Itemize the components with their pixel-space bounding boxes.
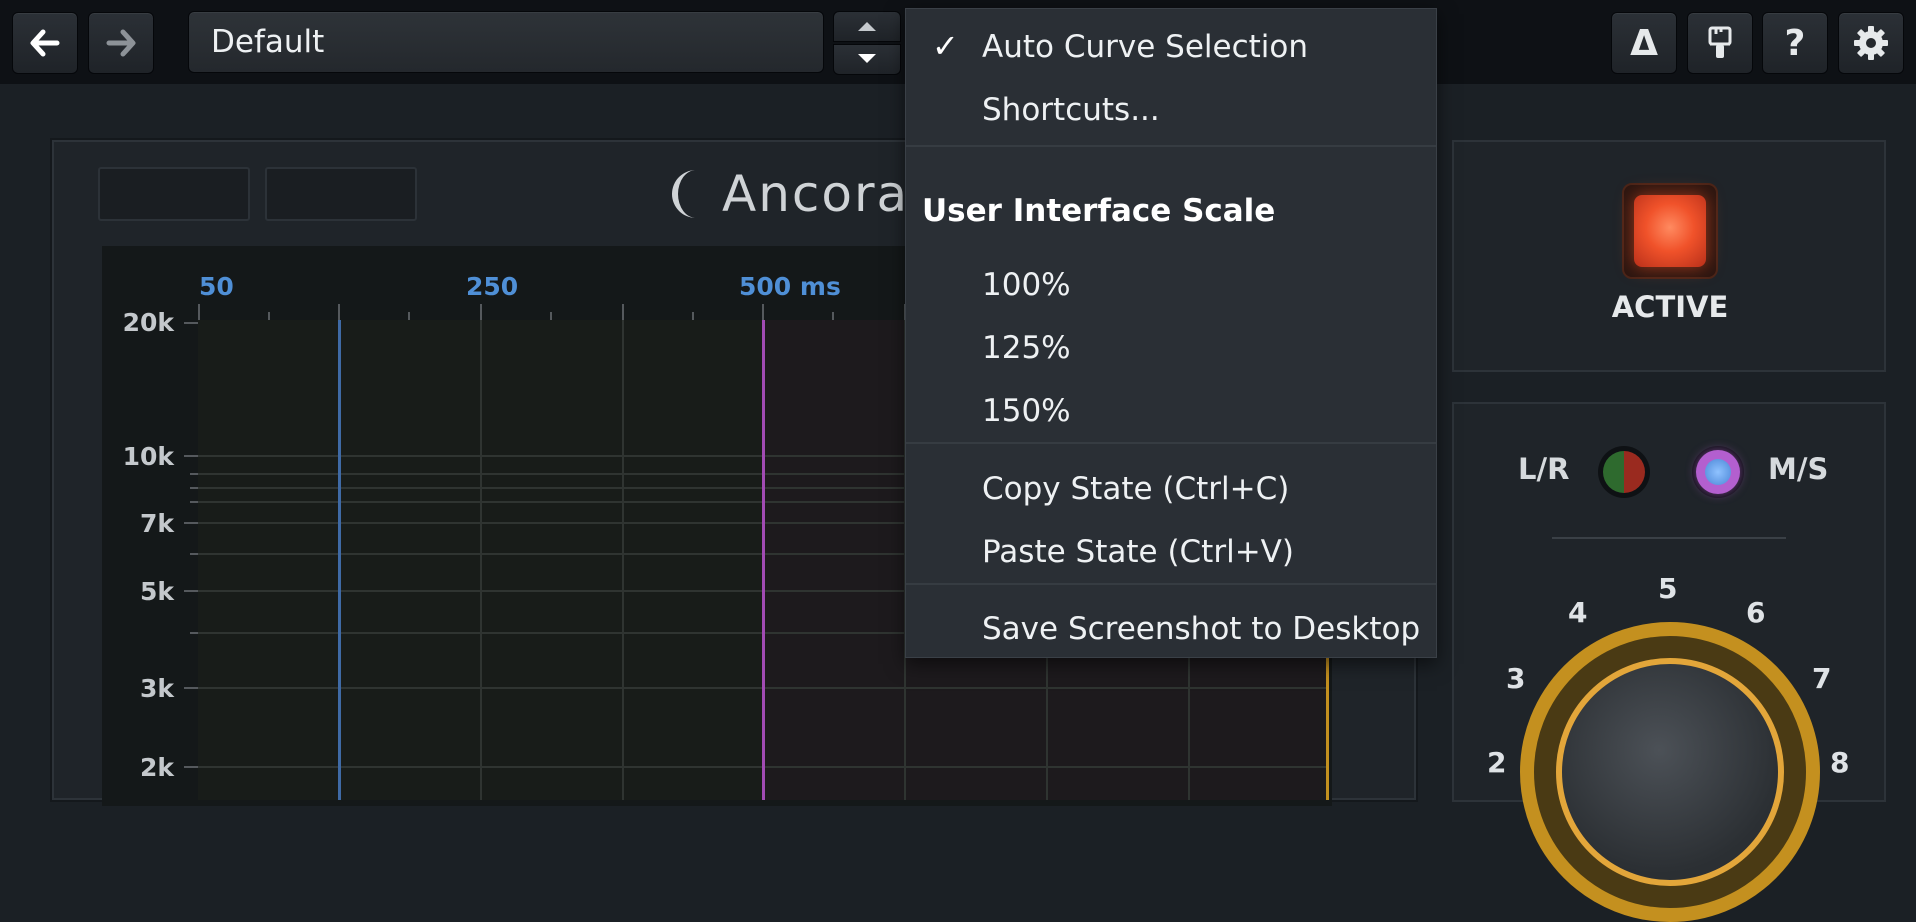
help-button[interactable]: ? bbox=[1762, 12, 1828, 74]
chevron-up-icon bbox=[856, 17, 878, 36]
undo-button[interactable] bbox=[12, 12, 78, 74]
gear-icon bbox=[1852, 24, 1890, 62]
active-lamp bbox=[1634, 195, 1706, 267]
axis-tick bbox=[480, 304, 482, 320]
preset-next-button[interactable] bbox=[833, 44, 901, 75]
delta-icon: Δ bbox=[1630, 22, 1658, 64]
menu-item-save-screenshot[interactable]: Save Screenshot to Desktop bbox=[982, 611, 1420, 647]
ms-label: M/S bbox=[1768, 452, 1829, 486]
axis-tick bbox=[338, 304, 340, 320]
axis-tick bbox=[184, 322, 198, 324]
redo-button[interactable] bbox=[88, 12, 154, 74]
logo-text: Ancora bbox=[722, 165, 910, 223]
axis-tick bbox=[832, 312, 834, 320]
freq-label-7k: 7k bbox=[139, 509, 174, 538]
lr-led bbox=[1603, 451, 1645, 493]
axis-tick bbox=[550, 312, 552, 320]
axis-tick bbox=[190, 487, 198, 489]
axis-tick bbox=[184, 766, 198, 768]
menu-item-scale-125[interactable]: 125% bbox=[982, 330, 1071, 366]
axis-tick bbox=[692, 312, 694, 320]
axis-tick bbox=[408, 312, 410, 320]
gridline bbox=[622, 320, 624, 800]
time-label-500: 500 ms bbox=[739, 272, 841, 301]
arrow-left-icon bbox=[30, 29, 60, 57]
menu-item-scale-100[interactable]: 100% bbox=[982, 267, 1071, 303]
panel-button-1[interactable] bbox=[98, 167, 250, 221]
attack-marker[interactable] bbox=[338, 320, 341, 800]
ancora-logo-icon bbox=[672, 170, 696, 218]
axis-tick bbox=[190, 553, 198, 555]
menu-separator bbox=[906, 442, 1436, 444]
knob-scale-4: 4 bbox=[1568, 596, 1588, 629]
lr-mode-toggle[interactable] bbox=[1598, 446, 1650, 498]
menu-item-scale-150[interactable]: 150% bbox=[982, 393, 1071, 429]
arrow-right-icon bbox=[106, 29, 136, 57]
chevron-down-icon bbox=[856, 50, 878, 69]
menu-item-auto-curve[interactable]: Auto Curve Selection bbox=[982, 29, 1308, 65]
active-toggle[interactable] bbox=[1622, 183, 1718, 279]
menu-header-ui-scale: User Interface Scale bbox=[922, 193, 1276, 229]
ms-led-center bbox=[1705, 459, 1731, 485]
freq-label-20k: 20k bbox=[122, 308, 174, 337]
paintbrush-button[interactable] bbox=[1687, 12, 1753, 74]
knob-scale-8: 8 bbox=[1830, 746, 1850, 779]
menu-separator bbox=[906, 145, 1436, 147]
axis-tick bbox=[190, 501, 198, 503]
freq-label-5k: 5k bbox=[139, 577, 174, 606]
time-label-250: 250 bbox=[466, 272, 519, 301]
menu-item-copy-state[interactable]: Copy State (Ctrl+C) bbox=[982, 471, 1289, 507]
axis-tick bbox=[198, 304, 200, 320]
preset-previous-button[interactable] bbox=[833, 11, 901, 42]
knob-scale-3: 3 bbox=[1506, 662, 1526, 695]
freq-label-2k: 2k bbox=[139, 753, 174, 782]
axis-tick bbox=[190, 473, 198, 475]
preset-stepper bbox=[833, 11, 901, 75]
panel-button-2[interactable] bbox=[265, 167, 417, 221]
active-label: ACTIVE bbox=[1611, 290, 1729, 324]
axis-tick bbox=[762, 304, 764, 320]
freq-label-10k: 10k bbox=[122, 442, 174, 471]
release-marker[interactable] bbox=[762, 320, 765, 800]
axis-tick bbox=[184, 522, 198, 524]
axis-tick bbox=[190, 632, 198, 634]
divider bbox=[1552, 537, 1786, 539]
delta-button[interactable]: Δ bbox=[1611, 12, 1677, 74]
menu-item-paste-state[interactable]: Paste State (Ctrl+V) bbox=[982, 534, 1294, 570]
settings-menu: ✓ Auto Curve Selection Shortcuts... User… bbox=[905, 8, 1437, 658]
menu-item-shortcuts[interactable]: Shortcuts... bbox=[982, 92, 1160, 128]
freq-label-3k: 3k bbox=[139, 674, 174, 703]
gridline bbox=[480, 320, 482, 800]
ms-mode-toggle[interactable] bbox=[1692, 446, 1744, 498]
ancora-logo: Ancora bbox=[666, 160, 909, 228]
lr-label: L/R bbox=[1518, 452, 1570, 486]
time-label-50: 50 bbox=[199, 272, 234, 301]
check-icon: ✓ bbox=[932, 27, 959, 65]
axis-tick bbox=[184, 455, 198, 457]
menu-separator bbox=[906, 583, 1436, 585]
knob-scale-7: 7 bbox=[1812, 662, 1832, 695]
help-icon: ? bbox=[1784, 22, 1806, 64]
settings-button[interactable] bbox=[1838, 12, 1904, 74]
preset-selector[interactable]: Default bbox=[188, 11, 824, 73]
width-knob[interactable] bbox=[1556, 658, 1784, 886]
axis-tick bbox=[184, 590, 198, 592]
axis-tick bbox=[268, 312, 270, 320]
knob-scale-6: 6 bbox=[1746, 596, 1766, 629]
axis-tick bbox=[622, 304, 624, 320]
knob-scale-5: 5 bbox=[1658, 572, 1678, 605]
ms-led bbox=[1696, 450, 1740, 494]
knob-scale-2: 2 bbox=[1487, 746, 1507, 779]
preset-name: Default bbox=[211, 24, 325, 60]
axis-tick bbox=[184, 687, 198, 689]
paintbrush-icon bbox=[1707, 25, 1733, 61]
